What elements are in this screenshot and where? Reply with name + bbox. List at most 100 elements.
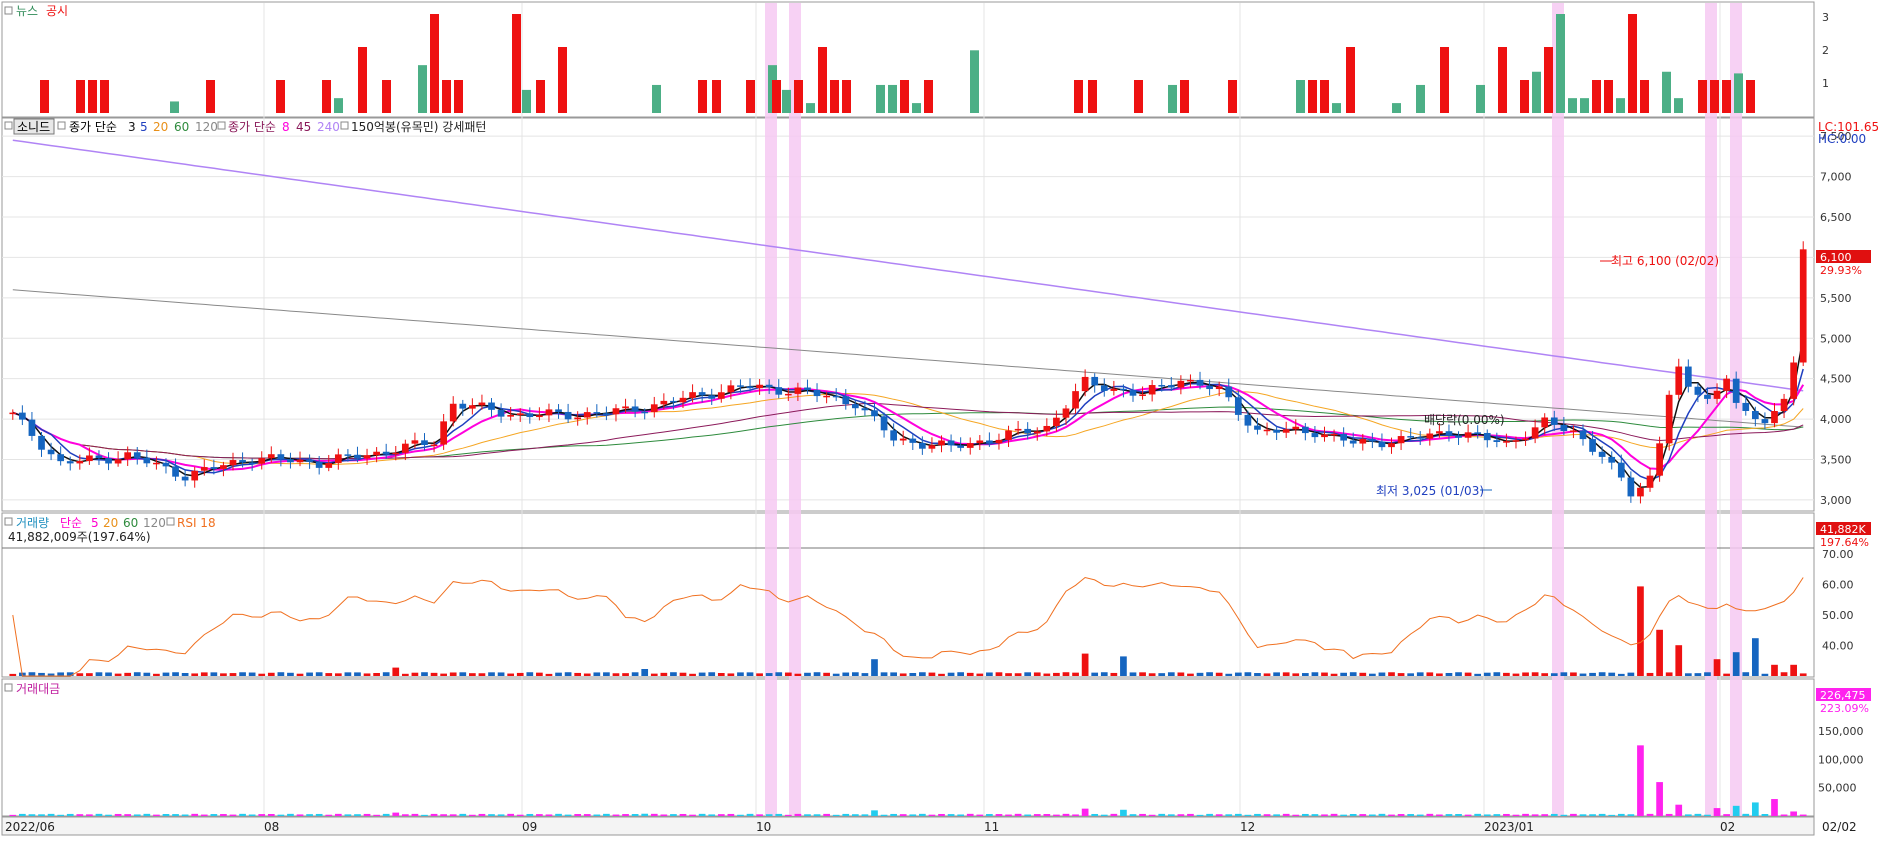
candle-body (1723, 378, 1730, 391)
candle-body (306, 459, 313, 462)
amount-bar (1799, 814, 1807, 816)
volume-bar (200, 672, 208, 676)
highlight-column (789, 3, 801, 816)
news-bar (522, 89, 531, 113)
amount-bar (258, 814, 266, 816)
candle-body (1426, 433, 1434, 439)
disclosure-legend-label: 공시 (46, 4, 68, 18)
amount-bar (880, 814, 888, 816)
candle-body (1081, 376, 1089, 392)
news-legend-label: 뉴스 (16, 4, 38, 18)
low-annotation: 최저 3,025 (01/03) (1376, 484, 1484, 498)
volume-bar (411, 672, 419, 676)
volume-bar (622, 673, 629, 676)
candle-body (775, 387, 783, 395)
candle-body (1579, 430, 1587, 440)
volume-bar (832, 673, 840, 676)
candle-body (105, 458, 112, 464)
amount-bar (842, 813, 850, 816)
volume-bar (1043, 673, 1051, 676)
amount-bar (1407, 814, 1415, 816)
candle-body (191, 470, 199, 481)
candle-body (1139, 394, 1146, 396)
volume-bar (1301, 673, 1309, 676)
volume-bar (382, 672, 390, 676)
candle-body (200, 467, 208, 471)
candle-body (459, 403, 467, 409)
volume-bar (1723, 673, 1730, 676)
volume-ma-120-label: 120 (143, 516, 166, 530)
candle-body (1167, 385, 1175, 388)
volume-pct: 197.64% (1820, 536, 1869, 549)
amount-bar (1771, 799, 1778, 816)
volume-bar (1005, 673, 1012, 676)
volume-title: 거래량 (16, 516, 49, 530)
amount-bar (1531, 814, 1539, 816)
volume-bar (880, 672, 888, 676)
volume-bar (813, 672, 821, 676)
amount-bar (1713, 808, 1721, 816)
candle-body (1531, 427, 1539, 439)
amount-bar (430, 813, 438, 816)
amount-bar (105, 814, 112, 816)
candle-body (1732, 378, 1740, 403)
candle-body (220, 465, 227, 469)
disclosure-bar (1544, 47, 1553, 113)
price-tick-label: 5,500 (1820, 292, 1852, 305)
x-label: 10 (756, 820, 771, 834)
amount-bar (239, 813, 246, 816)
price-legend[interactable]: 소니드 종가 단순 3 5 20 60 120 종가 단순 8 45 240 1… (4, 118, 486, 135)
disclosure-bar (1088, 80, 1097, 113)
amount-bar (583, 814, 591, 816)
volume-bar (641, 669, 649, 676)
volume-bar (421, 672, 428, 676)
volume-bar (1742, 672, 1750, 676)
candle-body (919, 442, 926, 449)
amount-bar (1148, 814, 1156, 816)
amount-bar (1388, 814, 1395, 816)
news-bar (1616, 98, 1625, 113)
volume-bar (1234, 672, 1242, 676)
amount-bar (277, 814, 285, 816)
volume-bar (469, 673, 476, 676)
last-price-tag-text: 6,100 (1820, 251, 1852, 264)
candle-body (899, 438, 907, 441)
candle-body (957, 445, 965, 448)
volume-bar (239, 672, 246, 676)
volume-bar (1464, 672, 1472, 676)
ma-5-label: 5 (140, 120, 148, 134)
volume-bar (593, 672, 601, 676)
amount-bar (1043, 814, 1051, 816)
volume-bar (1455, 672, 1462, 676)
volume-bar (1062, 672, 1070, 676)
candle-body (38, 435, 45, 450)
candle-body (1273, 429, 1280, 433)
disclosure-bar (1498, 47, 1507, 113)
volume-legend[interactable]: 거래량 단순 5 20 60 120 RSI 18 (4, 516, 216, 530)
volume-bar (86, 673, 93, 676)
hc-label: HC:0.00 (1818, 132, 1866, 146)
disclosure-bar (924, 80, 933, 113)
amount-bar (698, 813, 706, 816)
candle-body (986, 440, 993, 444)
volume-bar (1503, 672, 1510, 676)
ma-20-label: 20 (153, 120, 168, 134)
candle-body (47, 449, 55, 455)
volume-bar (784, 672, 792, 676)
volume-bar (1330, 673, 1338, 676)
amount-bar (449, 814, 457, 816)
price-tick-label: 3,000 (1820, 494, 1852, 507)
volume-bar (497, 672, 505, 676)
amount-bar (1081, 808, 1089, 816)
candle-body (880, 416, 888, 431)
volume-bar (277, 672, 285, 676)
volume-bar (1321, 672, 1328, 676)
amount-bar (1617, 813, 1625, 816)
volume-bar (1225, 673, 1233, 676)
amount-bar (1139, 813, 1146, 816)
amount-bar (1474, 813, 1482, 816)
disclosure-bar (1710, 80, 1719, 113)
candle-body (277, 454, 285, 460)
volume-bar (478, 673, 486, 676)
candle-body (689, 392, 696, 398)
